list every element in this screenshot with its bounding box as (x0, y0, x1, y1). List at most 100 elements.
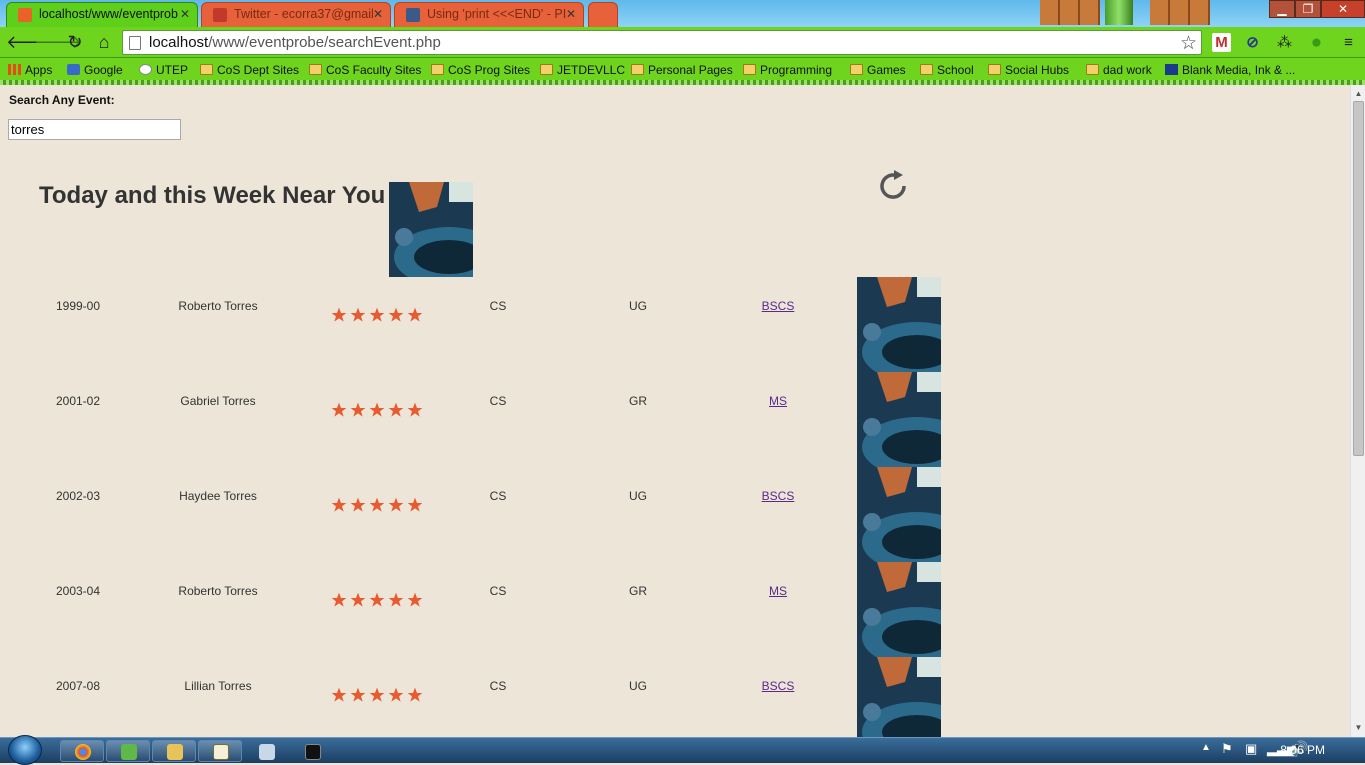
gmail-checker-icon[interactable]: M (1212, 33, 1231, 52)
bookmark-social-hubs[interactable]: Social Hubs (988, 62, 1069, 78)
event-year: 2002-03 (55, 489, 101, 503)
decorative-bricks (1150, 0, 1210, 25)
taskbar-notepad[interactable] (198, 740, 242, 762)
tab-using-print[interactable]: Using 'print <<<END' - PI ✕ (394, 2, 584, 27)
reload-icon[interactable]: ↻ (64, 31, 86, 53)
scroll-up-arrow-icon[interactable]: ▲ (1351, 87, 1365, 101)
folder-icon (167, 744, 183, 760)
stackoverflow-favicon-icon (406, 8, 420, 22)
event-degree-link[interactable]: BSCS (748, 299, 808, 313)
blank-media-icon (1165, 64, 1178, 75)
system-tray: ▲ ⚑ ▣ ▂▃▅ 🔊 8:06 PM (1155, 738, 1365, 764)
page-content: Search Any Event: Today and this Week Ne… (0, 85, 1350, 752)
close-tab-icon[interactable]: ✕ (373, 3, 383, 26)
folder-icon (200, 64, 213, 75)
bookmark-school[interactable]: School (920, 62, 974, 78)
bookmark-star-icon[interactable]: ☆ (1180, 32, 1197, 55)
back-arrow-icon[interactable]: 🡐 (6, 31, 54, 53)
star-icon (350, 307, 366, 322)
folder-icon (988, 64, 1001, 75)
star-icon (369, 307, 385, 322)
window-controls: ▁ ❐ ✕ (1269, 0, 1365, 20)
share-icon[interactable]: ⁂ (1275, 33, 1294, 52)
event-thumbnail (857, 372, 941, 467)
event-level: GR (629, 584, 647, 598)
new-tab-button[interactable] (588, 2, 618, 27)
bookmark-jetdevllc[interactable]: JETDEVLLC (540, 62, 625, 78)
menu-icon[interactable]: ≡ (1339, 33, 1358, 52)
star-icon (407, 687, 423, 702)
star-rating (331, 402, 423, 418)
windows-taskbar: ▲ ⚑ ▣ ▂▃▅ 🔊 8:06 PM (0, 735, 1365, 765)
folder-icon (631, 64, 644, 75)
refresh-icon[interactable] (874, 167, 912, 205)
taskbar-chrome[interactable] (60, 740, 104, 762)
page-icon (129, 36, 141, 50)
bookmark-cos-prog-sites[interactable]: CoS Prog Sites (431, 62, 530, 78)
event-level: UG (629, 489, 647, 503)
close-tab-icon[interactable]: ✕ (180, 3, 190, 26)
bookmark-dad-work[interactable]: dad work (1086, 62, 1152, 78)
home-icon[interactable]: ⌂ (93, 31, 115, 53)
bookmarks-bar: Apps Google UTEP CoS Dept Sites CoS Facu… (0, 58, 1365, 85)
event-thumbnail (857, 277, 941, 372)
event-name: Gabriel Torres (180, 394, 256, 408)
event-degree-link[interactable]: BSCS (748, 489, 808, 503)
search-input[interactable] (8, 119, 181, 140)
event-degree-link[interactable]: MS (748, 584, 808, 598)
bookmark-apps[interactable]: Apps (8, 62, 52, 78)
taskbar-cmd[interactable] (290, 740, 334, 762)
tab-title: Twitter - ecorra37@gmail (234, 7, 374, 21)
folder-icon (431, 64, 444, 75)
event-degree-link[interactable]: MS (748, 394, 808, 408)
taskbar-explorer-app[interactable] (106, 740, 150, 762)
bookmark-utep[interactable]: UTEP (139, 62, 188, 78)
gmail-favicon-icon (213, 8, 227, 22)
bookmark-google[interactable]: Google (67, 62, 123, 78)
decorative-pipe (1105, 0, 1133, 25)
event-dept: CS (489, 584, 507, 598)
bookmark-personal-pages[interactable]: Personal Pages (631, 62, 733, 78)
app-icon (121, 744, 137, 760)
folder-icon (850, 64, 863, 75)
star-icon (331, 307, 347, 322)
event-name: Lillian Torres (184, 679, 252, 693)
close-window-icon[interactable]: ✕ (1321, 0, 1365, 18)
scroll-down-arrow-icon[interactable]: ▼ (1351, 721, 1365, 735)
forward-arrow-icon[interactable]: 🡒 (34, 31, 82, 53)
event-name: Roberto Torres (178, 584, 258, 598)
scrollbar-thumb[interactable] (1353, 101, 1364, 456)
address-bar[interactable]: localhost/www/eventprobe/searchEvent.php… (122, 30, 1202, 55)
taskbar-calculator[interactable] (244, 740, 288, 762)
turntable-thumbnail (389, 182, 473, 277)
flag-icon[interactable]: ⚑ (1221, 741, 1233, 757)
bookmark-games[interactable]: Games (850, 62, 906, 78)
evernote-icon[interactable]: ● (1307, 33, 1326, 52)
bookmark-cos-faculty-sites[interactable]: CoS Faculty Sites (309, 62, 421, 78)
tab-twitter[interactable]: Twitter - ecorra37@gmail ✕ (201, 2, 391, 27)
maximize-icon[interactable]: ❐ (1295, 0, 1321, 18)
bookmark-programming[interactable]: Programming (743, 62, 832, 78)
event-dept: CS (489, 299, 507, 313)
tab-localhost[interactable]: localhost/www/eventprob ✕ (6, 2, 198, 27)
event-year: 2001-02 (55, 394, 101, 408)
page-scrollbar[interactable]: ▲ ▼ (1350, 85, 1365, 737)
start-button[interactable] (8, 735, 42, 765)
event-year: 2003-04 (55, 584, 101, 598)
utep-icon (139, 64, 152, 75)
star-rating (331, 687, 423, 703)
event-degree-link[interactable]: BSCS (748, 679, 808, 693)
star-icon (407, 307, 423, 322)
close-tab-icon[interactable]: ✕ (566, 3, 576, 26)
folder-icon (920, 64, 933, 75)
taskbar-folder[interactable] (152, 740, 196, 762)
taskbar-clock[interactable]: 8:06 PM (1280, 743, 1325, 757)
show-hidden-icons-icon[interactable]: ▲ (1201, 742, 1211, 753)
star-rating (331, 592, 423, 608)
bookmark-cos-dept-sites[interactable]: CoS Dept Sites (200, 62, 299, 78)
device-icon[interactable]: ▣ (1245, 741, 1257, 757)
bookmark-blank-media[interactable]: Blank Media, Ink & ... (1165, 62, 1295, 78)
star-rating (331, 307, 423, 323)
minimize-icon[interactable]: ▁ (1269, 0, 1295, 18)
adblock-icon[interactable]: ⊘ (1243, 33, 1262, 52)
